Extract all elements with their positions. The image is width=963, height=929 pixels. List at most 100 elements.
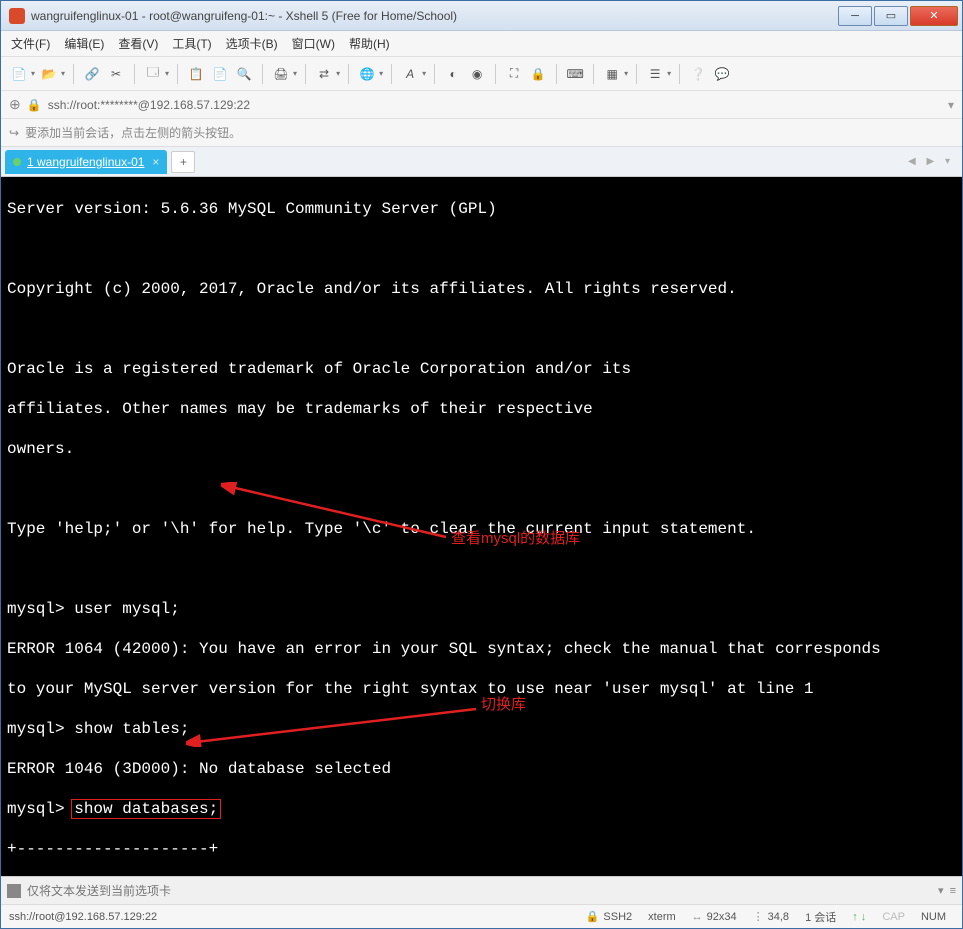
fullscreen-icon[interactable]: ⛶	[504, 64, 524, 84]
menu-help[interactable]: 帮助(H)	[349, 35, 390, 52]
tab-nav-arrows[interactable]: ◀ ▶ ▾	[908, 156, 954, 167]
input-dropdown-icon[interactable]: ▾	[938, 884, 944, 897]
session-tab[interactable]: 1 wangruifenglinux-01 ×	[5, 150, 167, 174]
close-button[interactable]: ✕	[910, 6, 958, 26]
dropdown-icon[interactable]: ▾	[422, 69, 426, 78]
status-size: ↔92x34	[692, 911, 737, 923]
command-input[interactable]	[27, 884, 932, 898]
terminal-line: ERROR 1064 (42000): You have an error in…	[7, 639, 956, 659]
menubar: 文件(F) 编辑(E) 查看(V) 工具(T) 选项卡(B) 窗口(W) 帮助(…	[1, 31, 962, 57]
terminal-line	[7, 559, 956, 579]
menu-view[interactable]: 查看(V)	[118, 35, 158, 52]
search-icon[interactable]: 🔍	[234, 64, 254, 84]
terminal-line: affiliates. Other names may be trademark…	[7, 399, 956, 419]
dropdown-icon[interactable]: ▾	[379, 69, 383, 78]
menu-file[interactable]: 文件(F)	[11, 35, 50, 52]
input-bar: ▾ ≡	[1, 876, 962, 904]
menu-window[interactable]: 窗口(W)	[292, 35, 335, 52]
toolbar: 📄▾ 📂▾ 🔗 ✂ 🗔▾ 📋 📄 🔍 🖨▾ ⇄▾ 🌐▾ A▾ ◐ ◉ ⛶ 🔒 ⌨…	[1, 57, 962, 91]
terminal-line	[7, 319, 956, 339]
globe-icon[interactable]: 🌐	[357, 64, 377, 84]
hint-text: 要添加当前会话，点击左侧的箭头按钮。	[25, 124, 241, 141]
status-pos: ⋮34,8	[753, 910, 789, 923]
separator	[262, 64, 263, 84]
tab-bar: 1 wangruifenglinux-01 × + ◀ ▶ ▾	[1, 147, 962, 177]
help-icon[interactable]: ❔	[688, 64, 708, 84]
dropdown-icon[interactable]: ▾	[293, 69, 297, 78]
separator	[348, 64, 349, 84]
status-updown-icon: ↑ ↓	[852, 911, 866, 923]
lock-icon[interactable]: 🔒	[528, 64, 548, 84]
new-tab-button[interactable]: +	[171, 151, 195, 173]
chat-icon[interactable]: 💬	[712, 64, 732, 84]
input-menu-icon[interactable]: ≡	[950, 885, 956, 897]
tab-close-icon[interactable]: ×	[152, 155, 159, 169]
terminal-line: Oracle is a registered trademark of Orac…	[7, 359, 956, 379]
window-buttons: ─ ▭ ✕	[836, 6, 958, 26]
lock-icon: 🔒	[586, 910, 600, 923]
dropdown-icon[interactable]: ▾	[667, 69, 671, 78]
separator	[556, 64, 557, 84]
terminal-line: mysql> show databases;	[7, 799, 956, 819]
separator	[73, 64, 74, 84]
dropdown-icon[interactable]: ▾	[624, 69, 628, 78]
add-session-icon[interactable]: ⊕	[9, 96, 21, 113]
status-num: NUM	[921, 911, 946, 923]
reconnect-icon[interactable]: 🔗	[82, 64, 102, 84]
separator	[391, 64, 392, 84]
transfer-icon[interactable]: ⇄	[314, 64, 334, 84]
paste-icon[interactable]: 📄	[210, 64, 230, 84]
keyboard-icon[interactable]: ⌨	[565, 64, 585, 84]
separator	[593, 64, 594, 84]
window-title: wangruifenglinux-01 - root@wangruifeng-0…	[31, 9, 836, 23]
theme-icon[interactable]: ◉	[467, 64, 487, 84]
minimize-button[interactable]: ─	[838, 6, 872, 26]
tab-label: 1 wangruifenglinux-01	[27, 155, 144, 169]
color-icon[interactable]: ◐	[443, 64, 463, 84]
terminal[interactable]: Server version: 5.6.36 MySQL Community S…	[1, 177, 962, 876]
terminal-line: Type 'help;' or '\h' for help. Type '\c'…	[7, 519, 956, 539]
terminal-line: owners.	[7, 439, 956, 459]
menu-tools[interactable]: 工具(T)	[172, 35, 211, 52]
dropdown-icon[interactable]: ▾	[61, 69, 65, 78]
separator	[134, 64, 135, 84]
dropdown-icon[interactable]: ▾	[165, 69, 169, 78]
input-side: ▾ ≡	[938, 884, 956, 897]
separator	[177, 64, 178, 84]
terminal-line: to your MySQL server version for the rig…	[7, 679, 956, 699]
app-icon	[9, 8, 25, 24]
address-text[interactable]: ssh://root:********@192.168.57.129:22	[48, 98, 942, 112]
separator	[495, 64, 496, 84]
properties-icon[interactable]: 🗔	[143, 64, 163, 84]
maximize-button[interactable]: ▭	[874, 6, 908, 26]
disconnect-icon[interactable]: ✂	[106, 64, 126, 84]
separator	[434, 64, 435, 84]
terminal-line	[7, 479, 956, 499]
separator	[636, 64, 637, 84]
address-dropdown-icon[interactable]: ▾	[948, 98, 954, 112]
size-icon: ↔	[692, 911, 703, 923]
terminal-line: Copyright (c) 2000, 2017, Oracle and/or …	[7, 279, 956, 299]
terminal-line: +--------------------+	[7, 839, 956, 859]
address-bar: ⊕ 🔒 ssh://root:********@192.168.57.129:2…	[1, 91, 962, 119]
dropdown-icon[interactable]: ▾	[336, 69, 340, 78]
lock-small-icon: 🔒	[27, 98, 42, 112]
status-cap: CAP	[882, 911, 905, 923]
dropdown-icon[interactable]: ▾	[31, 69, 35, 78]
open-folder-icon[interactable]: 📂	[39, 64, 59, 84]
print-icon[interactable]: 🖨	[271, 64, 291, 84]
font-icon[interactable]: A	[400, 64, 420, 84]
menu-edit[interactable]: 编辑(E)	[64, 35, 104, 52]
status-term: xterm	[648, 911, 676, 923]
terminal-line	[7, 239, 956, 259]
status-sessions: 1 会话	[805, 909, 836, 925]
list-icon[interactable]: ☰	[645, 64, 665, 84]
layout-icon[interactable]: ▦	[602, 64, 622, 84]
hint-bar: ↪ 要添加当前会话，点击左侧的箭头按钮。	[1, 119, 962, 147]
terminal-line: ERROR 1046 (3D000): No database selected	[7, 759, 956, 779]
menu-tabs[interactable]: 选项卡(B)	[226, 35, 278, 52]
terminal-line: mysql> show tables;	[7, 719, 956, 739]
copy-icon[interactable]: 📋	[186, 64, 206, 84]
status-conn: ssh://root@192.168.57.129:22	[9, 911, 578, 923]
new-session-icon[interactable]: 📄	[9, 64, 29, 84]
